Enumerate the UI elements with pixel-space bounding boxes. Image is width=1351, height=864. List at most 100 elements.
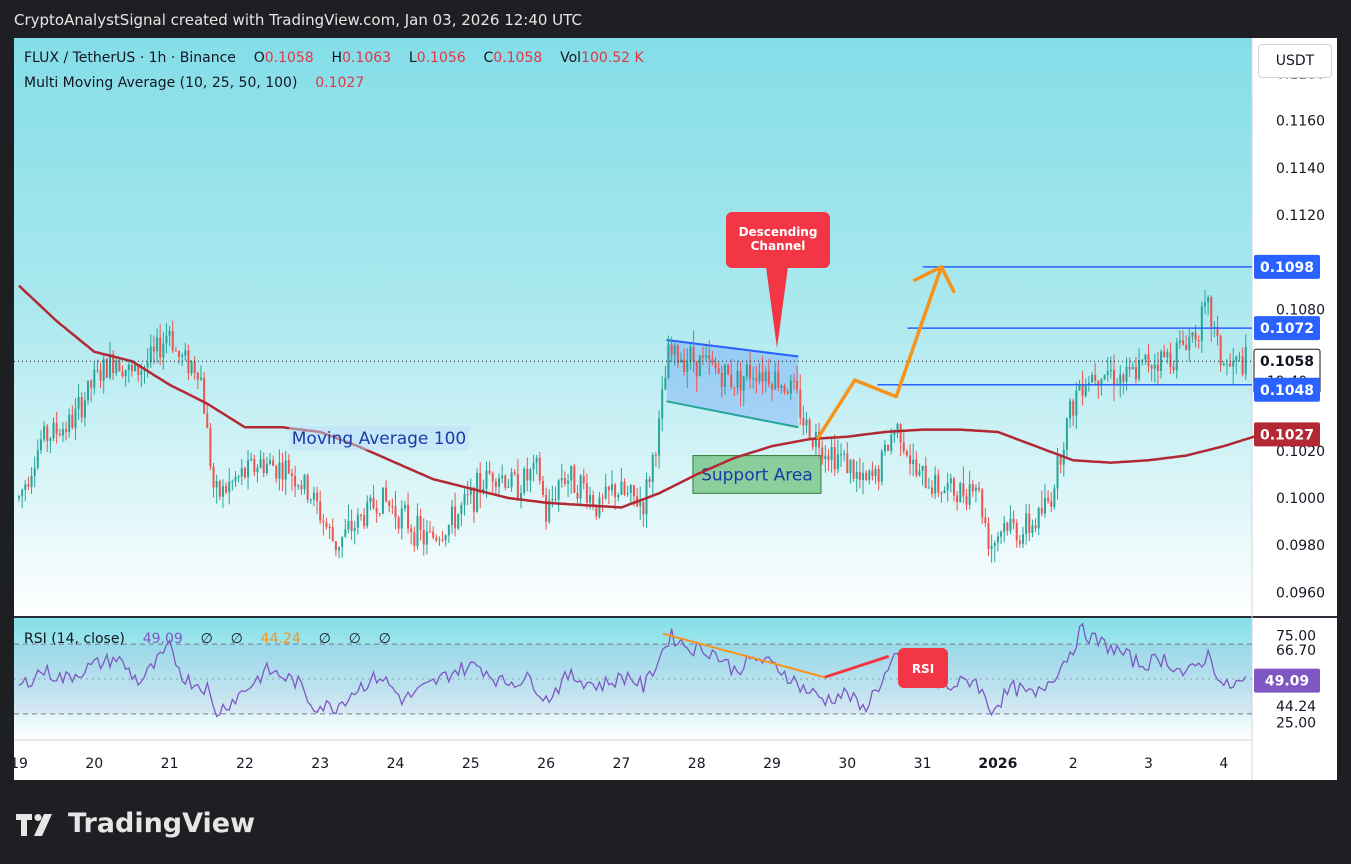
candle-body: [981, 489, 984, 518]
candle-body: [441, 539, 444, 541]
candle-body: [359, 514, 362, 516]
candle-body: [121, 371, 124, 377]
candle-body: [1153, 364, 1156, 369]
candle-body: [491, 473, 494, 482]
candle-body: [225, 486, 228, 493]
candle-body: [74, 408, 77, 428]
candle-body: [1163, 351, 1166, 358]
symbol-legend: FLUX / TetherUS · 1h · Binance O0.1058 H…: [24, 50, 644, 66]
candle-body: [165, 335, 168, 344]
chart-svg[interactable]: 0.11800.11600.11400.11200.10800.10200.10…: [14, 38, 1337, 780]
time-tick-label: 25: [462, 756, 480, 772]
candle-body: [1056, 456, 1059, 489]
candle-body: [259, 459, 262, 468]
candle-body: [221, 486, 224, 497]
candle-body: [604, 486, 607, 499]
price-label-0.1072: 0.1072: [1254, 316, 1320, 341]
candle-body: [416, 515, 419, 547]
candle-body: [971, 484, 974, 492]
candle-body: [1053, 488, 1056, 508]
candle-body: [284, 460, 287, 480]
rsi-placeholder-2: ∅: [230, 631, 243, 647]
candle-body: [771, 384, 773, 390]
time-tick-label: 28: [688, 756, 706, 772]
candle-body: [777, 371, 780, 388]
candle-body: [130, 364, 133, 371]
candle-body: [1081, 385, 1084, 396]
support-area-label: Support Area: [701, 465, 813, 485]
candle-body: [262, 459, 265, 474]
candle-body: [394, 506, 397, 518]
candle-body: [61, 429, 64, 436]
candle-body: [683, 359, 686, 372]
candle-body: [199, 377, 202, 380]
candle-body: [269, 460, 271, 464]
candle-body: [1128, 366, 1131, 370]
candle-body: [601, 497, 604, 499]
candle-body: [736, 370, 739, 388]
candle-body: [149, 346, 152, 363]
candle-body: [1006, 523, 1009, 531]
candle-body: [68, 414, 71, 432]
axis-tag-text: 0.1098: [1260, 260, 1314, 276]
candle-body: [193, 361, 196, 373]
low-value: 0.1056: [416, 50, 466, 66]
candle-body: [306, 475, 309, 500]
candle-body: [758, 372, 761, 382]
candle-body: [83, 400, 86, 418]
candle-body: [1182, 340, 1185, 345]
rsi-tick-label: 66.70: [1276, 643, 1316, 659]
candle-body: [642, 501, 645, 515]
low-label: L: [408, 50, 417, 66]
currency-unit-button[interactable]: USDT: [1258, 44, 1332, 78]
candle-body: [485, 470, 488, 489]
current-price-tag-text: 0.1058: [1260, 354, 1314, 370]
candle-body: [419, 515, 422, 530]
candle-body: [902, 442, 905, 452]
candle-body: [949, 478, 952, 484]
time-tick-label: 21: [161, 756, 179, 772]
candle-body: [1025, 513, 1028, 535]
tradingview-logo[interactable]: TradingView: [16, 808, 255, 839]
time-tick-label: 31: [914, 756, 932, 772]
candle-body: [595, 507, 598, 517]
candle-body: [745, 364, 748, 377]
candle-body: [87, 380, 90, 401]
rsi-callout-text: RSI: [912, 662, 934, 676]
candle-body: [400, 508, 403, 529]
main-pane-background: [14, 38, 1252, 616]
candle-body: [909, 455, 912, 464]
candle-body: [460, 505, 463, 515]
chart-frame[interactable]: 0.11800.11600.11400.11200.10800.10200.10…: [14, 38, 1337, 780]
candle-body: [733, 386, 736, 388]
candle-body: [717, 368, 720, 374]
candle-body: [1084, 384, 1087, 396]
candle-body: [162, 343, 165, 358]
candle-body: [1109, 370, 1112, 372]
candle-body: [585, 483, 588, 503]
candle-body: [705, 355, 708, 358]
candle-body: [749, 364, 752, 379]
candle-body: [287, 460, 290, 474]
candle-body: [403, 504, 406, 509]
candle-body: [331, 527, 334, 542]
candle-body: [623, 481, 626, 495]
candle-body: [965, 496, 968, 505]
candle-body: [99, 370, 102, 381]
candle-body: [830, 447, 833, 461]
candle-body: [250, 459, 253, 461]
candle-body: [727, 364, 730, 375]
candle-body: [1156, 364, 1159, 371]
candle-body: [952, 478, 955, 496]
candle-body: [71, 414, 74, 428]
time-tick-label: 30: [838, 756, 856, 772]
candle-body: [1232, 360, 1235, 367]
candle-body: [378, 513, 381, 515]
candle-body: [1194, 332, 1197, 340]
candle-body: [1134, 366, 1137, 380]
candle-body: [1031, 525, 1034, 533]
candle-body: [658, 418, 661, 456]
candle-body: [187, 350, 190, 374]
candle-body: [247, 460, 250, 478]
time-tick-label: 27: [612, 756, 630, 772]
